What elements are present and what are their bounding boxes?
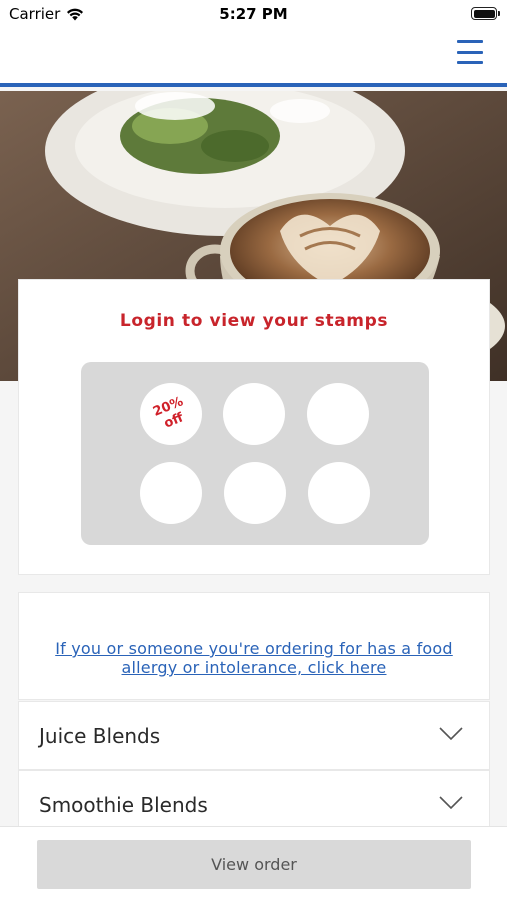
stamp-card: Login to view your stamps 20% off [18, 279, 490, 575]
stamp-slot [223, 383, 285, 445]
hamburger-menu-icon[interactable] [457, 40, 483, 64]
stamp-slot [140, 462, 202, 524]
view-order-button[interactable]: View order [37, 840, 471, 889]
stamp-slot [224, 462, 286, 524]
stamp-slot-reward: 20% off [140, 383, 202, 445]
chevron-down-icon [439, 727, 463, 741]
status-time: 5:27 PM [219, 5, 288, 23]
stamp-board: 20% off [81, 362, 429, 545]
allergy-card: If you or someone you're ordering for ha… [18, 592, 490, 700]
stamp-login-prompt[interactable]: Login to view your stamps [19, 311, 489, 331]
stamp-slot [307, 383, 369, 445]
stamp-slot [308, 462, 370, 524]
category-label: Smoothie Blends [39, 793, 208, 817]
status-bar: Carrier 5:27 PM [0, 0, 507, 28]
reward-label: 20% off [150, 394, 186, 432]
chevron-down-icon [439, 796, 463, 810]
battery-icon [471, 7, 500, 20]
allergy-info-link[interactable]: If you or someone you're ordering for ha… [39, 639, 469, 677]
category-juice-blends[interactable]: Juice Blends [18, 701, 490, 770]
app-header [0, 28, 507, 87]
bottom-bar: View order [0, 826, 507, 900]
category-label: Juice Blends [39, 724, 161, 748]
